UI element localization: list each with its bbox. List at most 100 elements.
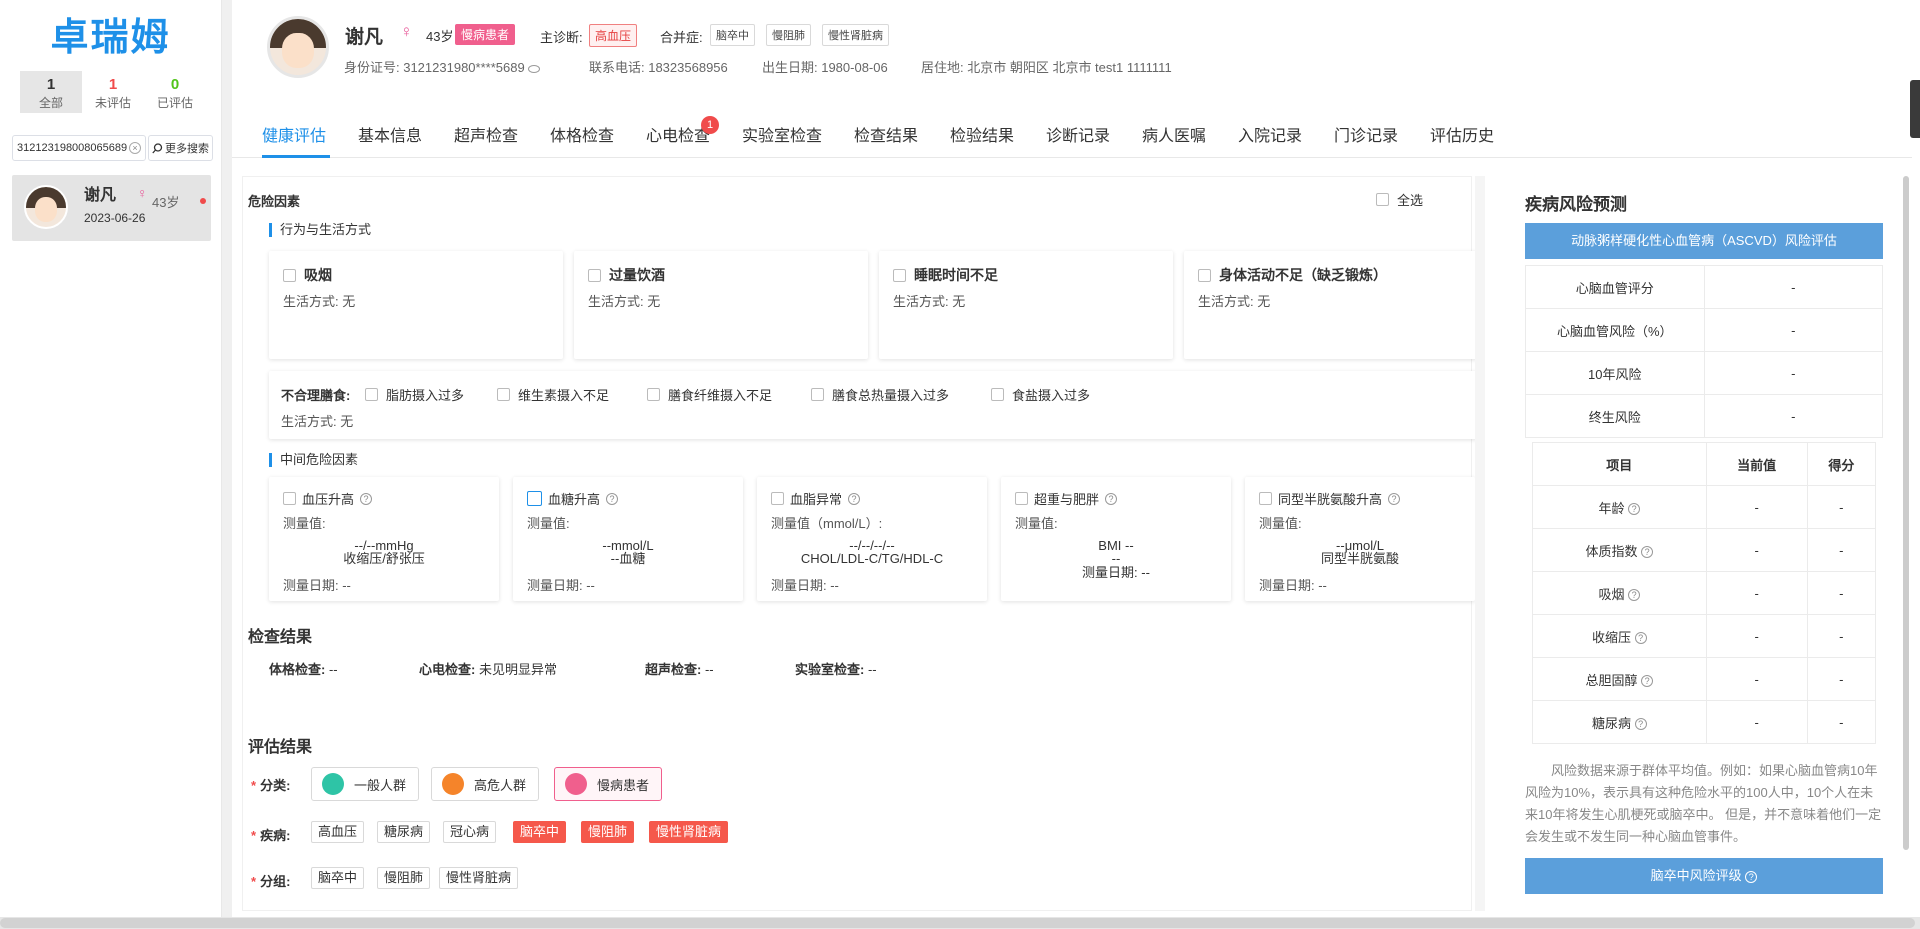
- measure-unit: 同型半胱氨酸: [1320, 551, 1399, 566]
- side-widget[interactable]: [1910, 80, 1920, 138]
- diet-checkbox[interactable]: [497, 388, 510, 401]
- eye-icon[interactable]: [527, 64, 540, 73]
- female-icon: ♀: [400, 22, 413, 41]
- tab-ecg[interactable]: 心电检查 1: [646, 116, 719, 146]
- filter-unassessed-count: 1: [108, 76, 118, 93]
- middle-risk-checkbox[interactable]: [527, 491, 542, 506]
- table-row: 心脑血管评分 -: [1525, 265, 1883, 309]
- help-icon[interactable]: ?: [360, 492, 373, 505]
- search-input[interactable]: 312123198008065689 ×: [12, 135, 146, 161]
- exam-item: 心电检查: 未见明显异常: [419, 662, 557, 677]
- diet-checkbox[interactable]: [991, 388, 1004, 401]
- vertical-scrollbar[interactable]: [1903, 176, 1909, 850]
- category-general-button[interactable]: 一般人群: [311, 767, 420, 801]
- help-icon[interactable]: ?: [1628, 589, 1641, 602]
- behavior-card: 吸烟 生活方式: 无: [269, 251, 563, 359]
- measure-date: 测量日期: --: [527, 578, 595, 593]
- disease-chip-selected[interactable]: 慢阻肺: [581, 821, 635, 843]
- diet-checkbox[interactable]: [647, 388, 660, 401]
- disease-chip[interactable]: 高血压: [311, 821, 365, 843]
- disease-chip-selected[interactable]: 慢性肾脏病: [649, 821, 729, 843]
- table-row: 收缩压 ? - -: [1532, 614, 1877, 658]
- category-chronic-button[interactable]: 慢病患者: [554, 767, 663, 801]
- measure-unit: --: [1111, 551, 1121, 566]
- tab-lab[interactable]: 实验室检查: [742, 122, 822, 146]
- disease-chip-selected[interactable]: 脑卒中: [513, 821, 567, 843]
- help-icon[interactable]: ?: [1388, 492, 1401, 505]
- behavior-checkbox[interactable]: [588, 268, 601, 282]
- score-table: 项目 当前值 得分 年龄 ? - - 体质指数 ? - - 吸烟 ? - - 收缩压 ? - - 总…: [1532, 442, 1877, 744]
- app-logo: 卓瑞姆: [50, 14, 171, 59]
- diet-option[interactable]: 食盐摄入过多: [991, 385, 1090, 404]
- comorb-tag: 慢性肾脏病: [822, 24, 889, 46]
- help-icon[interactable]: ?: [1634, 632, 1647, 645]
- tab-orders[interactable]: 病人医嘱: [1142, 122, 1206, 146]
- measure-label: 测量值（mmol/L）:: [771, 516, 883, 531]
- diet-checkbox[interactable]: [365, 388, 378, 401]
- diet-option[interactable]: 膳食总热量摄入过多: [811, 385, 949, 404]
- horizontal-scrollbar[interactable]: [0, 918, 1915, 928]
- help-icon[interactable]: ?: [848, 492, 861, 505]
- diet-option[interactable]: 膳食纤维摄入不足: [647, 385, 772, 404]
- behavior-life: 生活方式: 无: [1198, 294, 1271, 309]
- tab-history[interactable]: 评估历史: [1430, 122, 1494, 146]
- select-all[interactable]: 全选: [1376, 190, 1423, 209]
- middle-risk-checkbox[interactable]: [283, 492, 296, 505]
- middle-risk-card: 血脂异常? 测量值（mmol/L）: --/--/--/-- CHOL/LDL-…: [757, 477, 987, 601]
- middle-risk-checkbox[interactable]: [1259, 492, 1272, 505]
- disease-chip[interactable]: 糖尿病: [377, 821, 431, 843]
- help-icon[interactable]: ?: [1634, 718, 1647, 731]
- table-row: 终生风险 -: [1525, 394, 1883, 438]
- tab-physical-exam[interactable]: 体格检查: [550, 122, 614, 146]
- filter-assessed[interactable]: 0 已评估: [144, 71, 206, 113]
- select-all-checkbox[interactable]: [1376, 193, 1389, 206]
- tab-diagnosis[interactable]: 诊断记录: [1046, 122, 1110, 146]
- help-icon[interactable]: ?: [1641, 675, 1654, 688]
- tab-exam-results[interactable]: 检查结果: [854, 122, 918, 146]
- diet-option[interactable]: 维生素摄入不足: [497, 385, 609, 404]
- filter-assessed-count: 0: [170, 76, 180, 93]
- tab-test-results[interactable]: 检验结果: [950, 122, 1014, 146]
- diet-checkbox[interactable]: [811, 388, 824, 401]
- comorb-tag: 脑卒中: [710, 24, 755, 46]
- group-chip: 脑卒中: [311, 867, 365, 889]
- category-high-risk-button[interactable]: 高危人群: [431, 767, 540, 801]
- behavior-checkbox[interactable]: [283, 268, 296, 282]
- patient-header: 谢凡 ♀ 43岁 慢病患者 主诊断: 高血压 合并症: 脑卒中 慢阻肺 慢性肾脏…: [232, 0, 1912, 160]
- filter-assessed-label: 已评估: [156, 96, 193, 110]
- diet-option[interactable]: 脂肪摄入过多: [365, 385, 464, 404]
- more-search-button[interactable]: 更多搜索: [148, 135, 213, 161]
- stroke-risk-header[interactable]: 脑卒中风险评级 ?: [1525, 858, 1883, 894]
- risk-factors-title: 危险因素: [248, 194, 301, 209]
- exam-results-title: 检查结果: [248, 629, 313, 646]
- table-row: 10年风险 -: [1525, 351, 1883, 395]
- behavior-checkbox[interactable]: [893, 268, 906, 282]
- main-dx-tag: 高血压: [589, 24, 638, 47]
- help-icon[interactable]: ?: [1641, 546, 1654, 559]
- main-dx-label: 主诊断:: [540, 30, 583, 45]
- patient-list-item[interactable]: 谢凡 2023-06-26 ♀ 43岁: [12, 175, 211, 241]
- table-row: 糖尿病 ? - -: [1532, 700, 1877, 744]
- help-icon[interactable]: ?: [1105, 492, 1118, 505]
- help-icon[interactable]: ?: [1628, 503, 1641, 516]
- help-icon[interactable]: ?: [606, 492, 619, 505]
- person-icon: [442, 773, 464, 795]
- stats-filter: 1 全部 1 未评估 0 已评估: [20, 71, 209, 113]
- behavior-checkbox[interactable]: [1198, 268, 1211, 282]
- patient-type-tag: 慢病患者: [455, 24, 516, 45]
- tab-bar: 健康评估 基本信息 超声检查 体格检查 心电检查 1 实验室检查 检查结果 检验结…: [232, 110, 1912, 158]
- filter-all[interactable]: 1 全部: [20, 71, 82, 113]
- clear-icon[interactable]: ×: [129, 142, 141, 154]
- disease-chip[interactable]: 冠心病: [443, 821, 497, 843]
- tab-admission[interactable]: 入院记录: [1238, 122, 1302, 146]
- middle-risk-checkbox[interactable]: [1015, 492, 1028, 505]
- measure-date: 测量日期: --: [1082, 565, 1150, 580]
- tab-ultrasound[interactable]: 超声检查: [454, 122, 518, 146]
- tab-outpatient[interactable]: 门诊记录: [1334, 122, 1398, 146]
- filter-unassessed[interactable]: 1 未评估: [82, 71, 144, 113]
- tab-basic-info[interactable]: 基本信息: [358, 122, 422, 146]
- middle-risk-card: 血糖升高? 测量值: --mmol/L --血糖 测量日期: --: [513, 477, 743, 601]
- middle-risk-checkbox[interactable]: [771, 492, 784, 505]
- help-icon[interactable]: ?: [1745, 870, 1758, 883]
- tab-health-assessment[interactable]: 健康评估: [262, 122, 326, 146]
